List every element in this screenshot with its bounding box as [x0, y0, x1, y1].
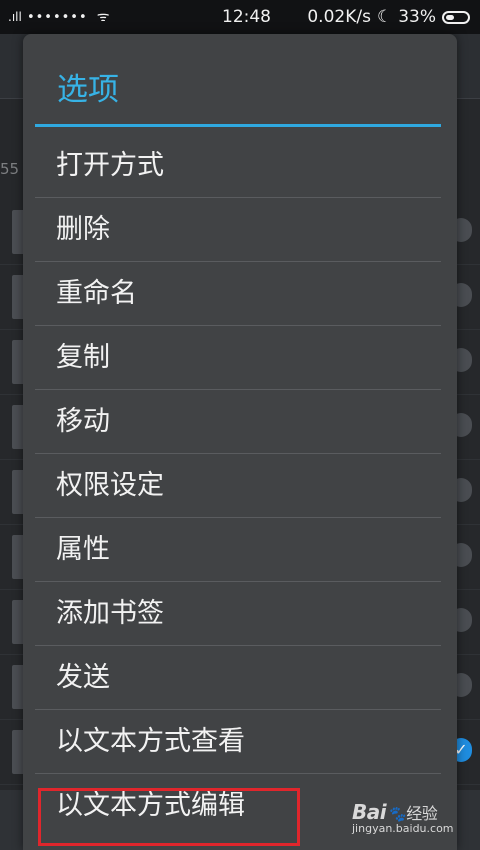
- wifi-icon: ᯤ: [96, 9, 111, 25]
- background-path-fragment: 55: [0, 160, 20, 178]
- menu-item-copy[interactable]: 复制: [35, 326, 441, 390]
- dialog-title: 选项: [57, 72, 119, 108]
- watermark-logo: Bai🐾经验: [352, 800, 472, 824]
- menu-item-properties[interactable]: 属性: [35, 518, 441, 582]
- network-speed: 0.02K/s: [307, 7, 371, 27]
- status-bar: .ıll ••••••• ᯤ 12:48 0.02K/s ☾ 33%: [0, 0, 480, 34]
- watermark-brand-left: Bai: [352, 800, 387, 824]
- menu-item-add-bookmark[interactable]: 添加书签: [35, 582, 441, 646]
- watermark-brand-right: 经验: [406, 804, 438, 823]
- highlight-annotation-box: [38, 788, 300, 846]
- menu-item-view-as-text[interactable]: 以文本方式查看: [35, 710, 441, 774]
- status-right: 0.02K/s ☾ 33%: [307, 7, 470, 27]
- notification-dots-icon: •••••••: [26, 10, 88, 25]
- paw-icon: 🐾: [387, 805, 406, 823]
- menu-item-move[interactable]: 移动: [35, 390, 441, 454]
- options-menu: 打开方式 删除 重命名 复制 移动 权限设定 属性 添加书签 发送 以文本方式查…: [35, 134, 441, 838]
- watermark: Bai🐾经验 jingyan.baidu.com: [352, 800, 472, 844]
- watermark-url: jingyan.baidu.com: [352, 822, 454, 835]
- menu-item-rename[interactable]: 重命名: [35, 262, 441, 326]
- menu-item-permissions[interactable]: 权限设定: [35, 454, 441, 518]
- moon-icon: ☾: [376, 7, 393, 27]
- menu-item-send[interactable]: 发送: [35, 646, 441, 710]
- options-dialog: 选项 打开方式 删除 重命名 复制 移动 权限设定 属性 添加书签 发送 以文本…: [23, 34, 457, 850]
- status-time: 12:48: [222, 7, 271, 27]
- battery-icon: [442, 10, 470, 24]
- battery-percent: 33%: [398, 7, 436, 27]
- title-divider: [35, 124, 441, 127]
- signal-icon: .ıll: [8, 10, 22, 24]
- status-left: .ıll ••••••• ᯤ: [8, 7, 111, 26]
- menu-item-delete[interactable]: 删除: [35, 198, 441, 262]
- menu-item-open-with[interactable]: 打开方式: [35, 134, 441, 198]
